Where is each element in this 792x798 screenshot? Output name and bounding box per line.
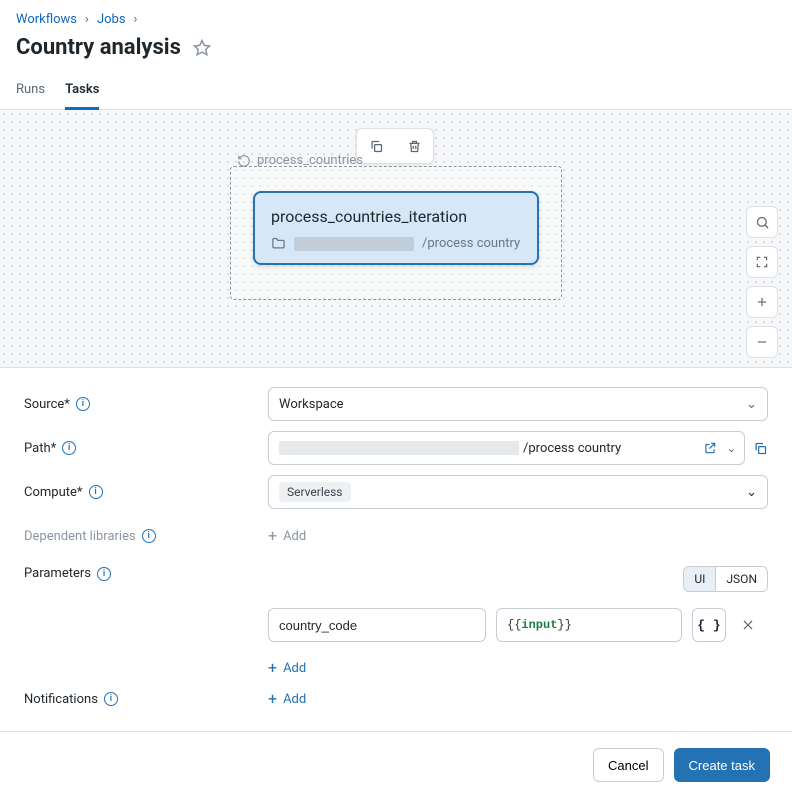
page-title: Country analysis — [16, 35, 181, 60]
compute-select[interactable]: Serverless ⌄ — [268, 475, 768, 509]
info-icon[interactable]: i — [142, 529, 156, 543]
breadcrumb: Workflows › Jobs › — [16, 12, 776, 27]
delete-task-button[interactable] — [395, 129, 433, 163]
task-action-toolbar — [356, 128, 434, 164]
tabs: Runs Tasks — [0, 72, 792, 110]
path-label: Path*i — [24, 441, 258, 456]
add-library-button[interactable]: +Add — [268, 528, 306, 544]
task-node[interactable]: process_countries_iteration /process cou… — [253, 191, 539, 265]
task-node-title: process_countries_iteration — [271, 207, 521, 226]
chevron-down-icon: ⌄ — [746, 397, 757, 412]
chevron-down-icon: ⌄ — [746, 485, 757, 500]
info-icon[interactable]: i — [97, 567, 111, 581]
copy-path-button[interactable] — [753, 441, 768, 456]
zoom-in-button[interactable] — [746, 286, 778, 318]
add-parameter-button[interactable]: +Add — [268, 660, 306, 676]
chevron-down-icon[interactable]: ⌄ — [727, 442, 736, 455]
param-value-input[interactable]: {{input}} — [496, 608, 682, 642]
params-toggle-ui[interactable]: UI — [684, 567, 715, 591]
open-external-icon[interactable] — [703, 441, 717, 455]
favorite-star-button[interactable] — [193, 39, 211, 57]
compute-label: Compute*i — [24, 485, 258, 500]
info-icon[interactable]: i — [104, 692, 118, 706]
task-node-path: /process country — [271, 236, 521, 251]
cancel-button[interactable]: Cancel — [593, 748, 663, 782]
search-button[interactable] — [746, 206, 778, 238]
parameters-label: Parametersi — [24, 566, 258, 581]
breadcrumb-jobs[interactable]: Jobs — [97, 12, 126, 27]
add-notification-button[interactable]: +Add — [268, 691, 306, 707]
zoom-out-button[interactable] — [746, 326, 778, 358]
tab-tasks[interactable]: Tasks — [65, 72, 99, 110]
loop-container: process_countries process_countries_iter… — [230, 166, 562, 300]
create-task-button[interactable]: Create task — [674, 748, 770, 782]
compute-chip: Serverless — [279, 482, 351, 502]
path-input[interactable]: /process country ⌄ — [268, 431, 745, 465]
source-select[interactable]: Workspace ⌄ — [268, 387, 768, 421]
remove-param-button[interactable] — [736, 613, 760, 637]
param-key-input[interactable] — [268, 608, 486, 642]
tab-runs[interactable]: Runs — [16, 72, 45, 110]
breadcrumb-workflows[interactable]: Workflows — [16, 12, 77, 27]
fullscreen-button[interactable] — [746, 246, 778, 278]
chevron-right-icon: › — [134, 12, 138, 27]
redacted-path — [279, 441, 519, 455]
info-icon[interactable]: i — [62, 441, 76, 455]
canvas-controls — [746, 206, 778, 358]
refresh-icon — [237, 154, 251, 168]
loop-label: process_countries — [237, 153, 363, 168]
task-canvas[interactable]: process_countries process_countries_iter… — [0, 110, 792, 368]
insert-variable-button[interactable]: { } — [692, 608, 726, 642]
dependent-libraries-label: Dependent librariesi — [24, 529, 258, 544]
params-toggle-json[interactable]: JSON — [715, 567, 767, 591]
chevron-right-icon: › — [85, 12, 89, 27]
redacted-path — [294, 237, 414, 251]
folder-icon — [271, 236, 286, 251]
source-label: Source*i — [24, 397, 258, 412]
info-icon[interactable]: i — [89, 485, 103, 499]
notifications-label: Notificationsi — [24, 692, 258, 707]
params-view-toggle: UI JSON — [683, 566, 768, 592]
info-icon[interactable]: i — [76, 397, 90, 411]
